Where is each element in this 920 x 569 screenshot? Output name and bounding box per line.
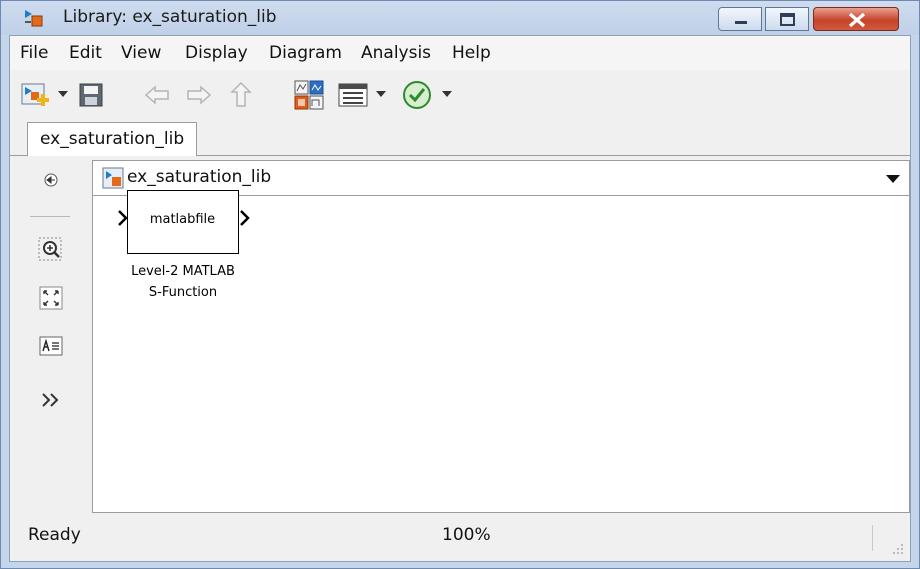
resize-grip-icon[interactable] — [890, 541, 904, 555]
save-icon — [79, 83, 103, 107]
forward-icon — [187, 85, 212, 105]
zoom-in-button[interactable] — [37, 236, 65, 264]
menu-view[interactable]: View — [121, 43, 161, 63]
block-label[interactable]: Level-2 MATLAB S-Function — [98, 261, 268, 303]
simulink-library-icon — [25, 10, 43, 27]
library-browser-icon — [294, 80, 324, 110]
tab-bar: ex_saturation_lib — [10, 120, 910, 156]
new-model-icon — [21, 83, 49, 106]
save-button[interactable] — [74, 78, 108, 112]
block-label-line2: S-Function — [148, 285, 218, 300]
status-text: Ready — [28, 525, 81, 545]
maximize-button[interactable] — [765, 7, 809, 31]
dropdown-arrow-icon[interactable] — [440, 83, 454, 103]
s-function-block[interactable]: matlabfile — [127, 190, 239, 254]
library-browser-button[interactable] — [292, 78, 326, 112]
more-icon — [42, 393, 59, 407]
more-tools-button[interactable] — [37, 386, 65, 414]
status-bar: Ready 100% — [10, 513, 910, 561]
new-model-button[interactable] — [18, 78, 52, 112]
menu-display[interactable]: Display — [185, 43, 248, 63]
menu-diagram[interactable]: Diagram — [269, 43, 342, 63]
output-port-icon[interactable] — [239, 208, 251, 228]
menu-help[interactable]: Help — [452, 43, 491, 63]
toolbar — [10, 70, 910, 120]
dropdown-arrow-icon[interactable] — [374, 83, 388, 103]
zoom-level: 100% — [442, 525, 491, 545]
menu-analysis[interactable]: Analysis — [361, 43, 431, 63]
annotation-icon — [39, 336, 63, 356]
up-icon — [230, 81, 252, 107]
check-icon — [403, 81, 431, 109]
block-label-line1: Level-2 MATLAB — [131, 264, 235, 279]
input-port-icon[interactable] — [116, 208, 128, 228]
title-bar[interactable]: Library: ex_saturation_lib — [1, 1, 919, 35]
window-title: Library: ex_saturation_lib — [63, 7, 277, 27]
fit-to-view-button[interactable] — [37, 284, 65, 312]
model-advisor-button[interactable] — [400, 78, 434, 112]
close-button[interactable] — [813, 7, 899, 31]
block-function-name: matlabfile — [149, 212, 216, 227]
simulink-library-icon — [102, 167, 124, 189]
window: Library: ex_saturation_lib File Edit Vie… — [0, 0, 920, 569]
model-explorer-button[interactable] — [336, 78, 370, 112]
back-button[interactable] — [140, 78, 174, 112]
hide-browser-button[interactable] — [37, 166, 65, 194]
minimize-icon — [735, 21, 747, 24]
client-area: File Edit View Display Diagram Analysis … — [9, 35, 911, 562]
sidebar-divider — [30, 216, 70, 217]
menu-edit[interactable]: Edit — [69, 43, 102, 63]
tab-ex-saturation-lib[interactable]: ex_saturation_lib — [27, 122, 198, 156]
fit-to-view-icon — [39, 286, 63, 310]
zoom-in-icon — [38, 237, 62, 261]
left-toolbar — [10, 156, 92, 513]
annotation-button[interactable] — [37, 332, 65, 360]
address-path: ex_saturation_lib — [127, 167, 272, 187]
model-explorer-icon — [338, 83, 368, 107]
dropdown-arrow-icon[interactable] — [56, 83, 70, 103]
forward-button[interactable] — [182, 78, 216, 112]
maximize-icon — [780, 13, 795, 26]
minimize-button[interactable] — [718, 7, 762, 31]
close-icon — [848, 12, 866, 28]
menu-bar: File Edit View Display Diagram Analysis … — [10, 36, 910, 70]
back-icon — [144, 85, 169, 105]
menu-file[interactable]: File — [20, 43, 48, 63]
status-divider — [872, 525, 873, 551]
up-button[interactable] — [224, 78, 258, 112]
hide-browser-icon — [44, 173, 58, 187]
chevron-down-icon[interactable] — [885, 173, 901, 185]
